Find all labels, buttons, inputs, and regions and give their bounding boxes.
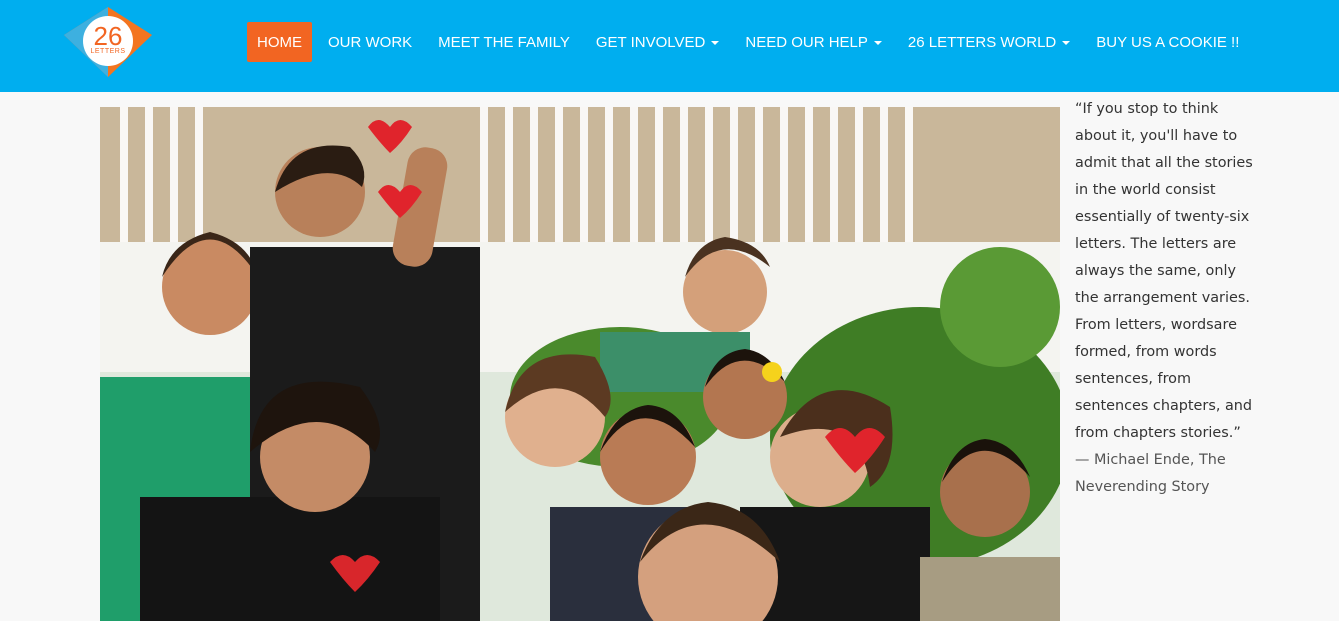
site-logo[interactable]: 26 LETTERS bbox=[62, 5, 154, 79]
top-navbar: 26 LETTERS HOME OUR WORK MEET THE FAMILY… bbox=[0, 0, 1339, 92]
caret-down-icon bbox=[873, 41, 882, 45]
caret-down-icon bbox=[711, 41, 720, 45]
sidebar-quote: “If you stop to think about it, you'll h… bbox=[1075, 96, 1255, 501]
hero-photo bbox=[100, 107, 1060, 621]
nav-item-label: HOME bbox=[257, 33, 302, 51]
logo-number: 26 bbox=[93, 21, 123, 51]
nav-item-label: NEED OUR HELP bbox=[745, 33, 868, 51]
nav-item-need-our-help[interactable]: NEED OUR HELP bbox=[735, 22, 892, 62]
nav-item-buy-us-a-cookie[interactable]: BUY US A COOKIE !! bbox=[1086, 22, 1249, 62]
nav-item-26-letters-world[interactable]: 26 LETTERS WORLD bbox=[898, 22, 1080, 62]
nav-item-label: MEET THE FAMILY bbox=[438, 33, 570, 51]
quote-text: “If you stop to think about it, you'll h… bbox=[1075, 101, 1253, 441]
group-photo-image bbox=[100, 107, 1060, 621]
logo-word: LETTERS bbox=[90, 48, 126, 55]
nav-item-our-work[interactable]: OUR WORK bbox=[318, 22, 422, 62]
nav-item-meet-the-family[interactable]: MEET THE FAMILY bbox=[428, 22, 580, 62]
nav-item-get-involved[interactable]: GET INVOLVED bbox=[586, 22, 729, 62]
main-menu: HOME OUR WORK MEET THE FAMILY GET INVOLV… bbox=[247, 22, 1255, 62]
caret-down-icon bbox=[1062, 41, 1071, 45]
quote-attribution: — Michael Ende, The Neverending Story bbox=[1075, 452, 1226, 495]
nav-item-label: BUY US A COOKIE !! bbox=[1096, 33, 1240, 51]
nav-item-home[interactable]: HOME bbox=[247, 22, 312, 62]
nav-item-label: 26 LETTERS WORLD bbox=[907, 33, 1057, 51]
nav-item-label: GET INVOLVED bbox=[595, 33, 706, 51]
nav-item-label: OUR WORK bbox=[328, 33, 413, 51]
